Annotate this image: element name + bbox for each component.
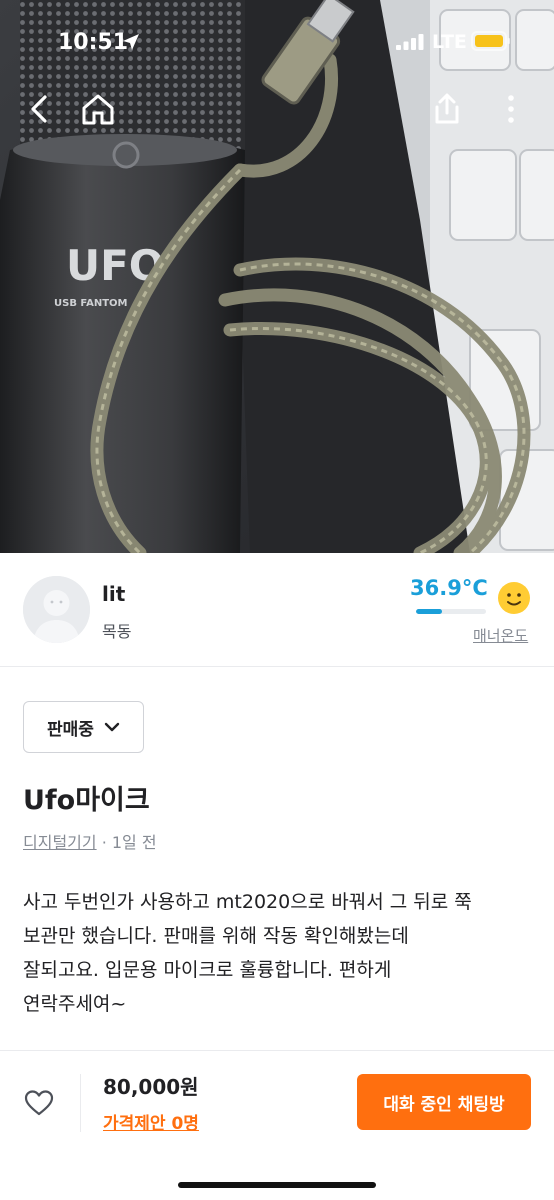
- divider: [80, 1074, 81, 1132]
- seller-profile[interactable]: lit 목동 36.9°C 매너온도: [0, 553, 554, 667]
- price: 80,000원: [103, 1075, 199, 1099]
- status-time: 10:51: [58, 30, 129, 55]
- description-line: 보관만 했습니다. 판매를 위해 작동 확인해봤는데: [23, 925, 409, 947]
- sale-status-dropdown[interactable]: 판매중: [23, 701, 144, 753]
- chevron-left-icon: [31, 95, 47, 123]
- default-avatar-icon: [23, 576, 90, 643]
- manner-temperature-link[interactable]: 매너온도: [473, 625, 528, 646]
- description-line: 연락주세여~: [23, 993, 127, 1015]
- more-vertical-icon: [508, 95, 514, 123]
- smiley-face-icon: [498, 582, 530, 614]
- product-title: Ufo마이크: [23, 785, 150, 816]
- product-description: 사고 두번인가 사용하고 mt2020으로 바꿔서 그 뒤로 쭉 보관만 했습니…: [23, 885, 531, 1021]
- sale-status-label: 판매중: [47, 719, 94, 740]
- home-button[interactable]: [75, 86, 121, 132]
- location-arrow-icon: [123, 34, 139, 50]
- seller-region: 목동: [102, 622, 132, 641]
- avatar[interactable]: [23, 576, 90, 643]
- description-line: 잘되고요. 입문용 마이크로 훌륭합니다. 편하게: [23, 959, 392, 981]
- manner-temperature: 36.9°C: [410, 576, 488, 600]
- status-bar: 10:51 LTE: [0, 0, 554, 86]
- posted-time: · 1일 전: [101, 833, 157, 852]
- chevron-down-icon: [104, 722, 120, 732]
- svg-text:USB FANTOM: USB FANTOM: [54, 298, 128, 309]
- signal-icon: [396, 34, 424, 50]
- back-button[interactable]: [17, 86, 63, 132]
- chat-rooms-button[interactable]: 대화 중인 채팅방: [357, 1074, 531, 1130]
- temperature-bar: [416, 609, 486, 614]
- carrier-label: LTE: [432, 31, 467, 53]
- home-indicator: [178, 1182, 376, 1188]
- more-button[interactable]: [488, 86, 534, 132]
- product-meta: 디지털기기 · 1일 전: [23, 829, 157, 853]
- category-link[interactable]: 디지털기기: [23, 833, 97, 852]
- heart-icon[interactable]: [24, 1089, 54, 1117]
- share-button[interactable]: [424, 86, 470, 132]
- price-offer-link[interactable]: 가격제안 0명: [103, 1109, 199, 1134]
- seller-name[interactable]: lit: [102, 582, 125, 606]
- battery-icon: [471, 31, 510, 51]
- home-icon: [82, 94, 114, 125]
- description-line: 사고 두번인가 사용하고 mt2020으로 바꿔서 그 뒤로 쭉: [23, 891, 472, 913]
- bottom-action-bar: 80,000원 가격제안 0명 대화 중인 채팅방: [0, 1050, 554, 1200]
- share-icon: [435, 93, 459, 124]
- temperature-bar-fill: [416, 609, 442, 614]
